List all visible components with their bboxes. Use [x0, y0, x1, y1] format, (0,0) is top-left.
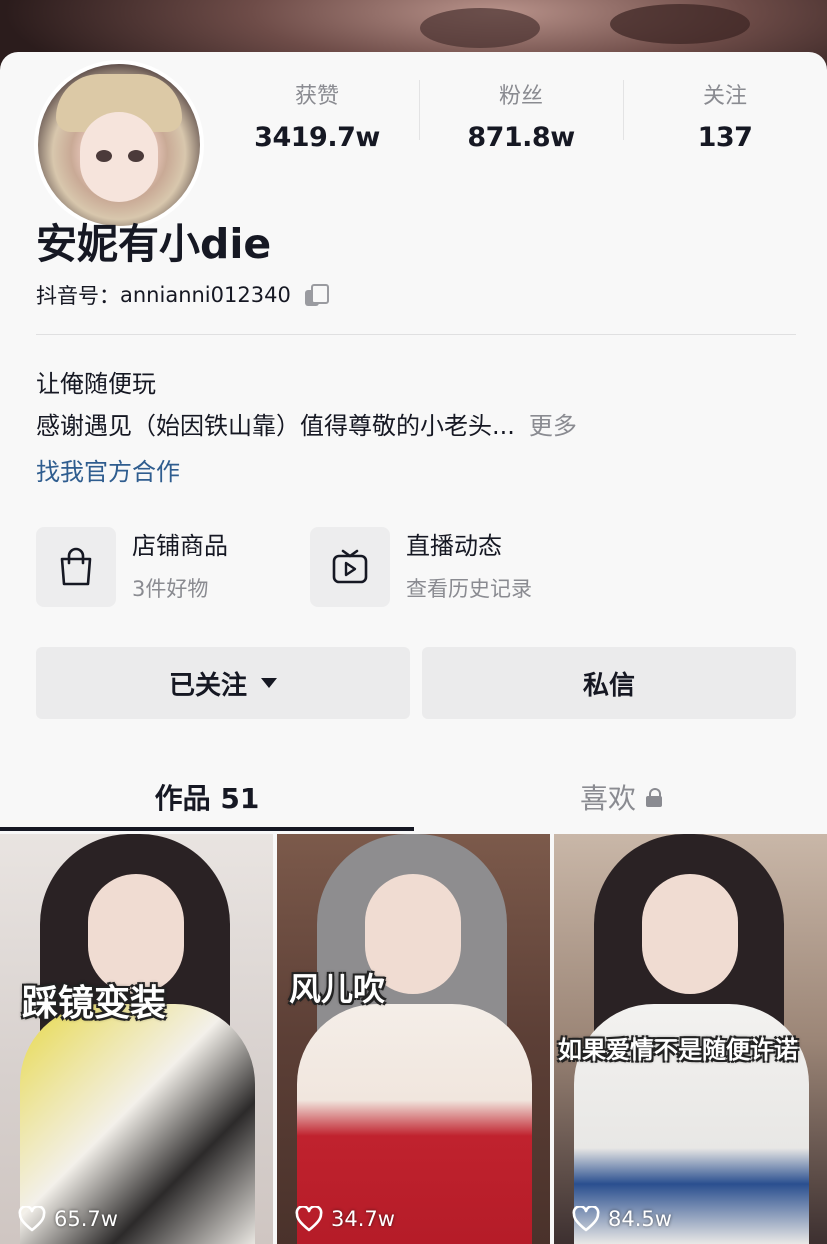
account-id: annianni012340: [120, 283, 291, 307]
lock-icon: [646, 788, 662, 807]
video-likes: 65.7w: [18, 1206, 118, 1232]
tab-likes[interactable]: 喜欢: [414, 764, 827, 830]
stat-label: 获赞: [294, 84, 339, 109]
live-entry[interactable]: 直播动态 查看历史记录: [310, 527, 532, 607]
video-caption: 风儿吹: [289, 970, 386, 1008]
heart-icon: [572, 1206, 600, 1232]
tv-play-icon: [310, 527, 390, 607]
stat-followers[interactable]: 粉丝 871.8w: [419, 74, 623, 154]
video-caption: 踩镜变装: [22, 983, 167, 1024]
shopping-bag-icon: [36, 527, 116, 607]
entry-subtitle: 查看历史记录: [406, 576, 532, 601]
followed-label: 已关注: [168, 670, 247, 701]
cover-detail: [420, 8, 540, 48]
account-id-row: 抖音号： annianni012340: [36, 280, 329, 310]
followed-button[interactable]: 已关注: [36, 647, 410, 719]
business-contact-link[interactable]: 找我官方合作: [36, 452, 180, 487]
video-likes: 34.7w: [295, 1206, 395, 1232]
video-thumbnail[interactable]: 风儿吹 34.7w: [277, 834, 550, 1244]
avatar[interactable]: [34, 60, 204, 230]
bio-line: 让俺随便玩: [36, 370, 156, 398]
stat-likes[interactable]: 获赞 3419.7w: [215, 74, 419, 154]
stat-label: 关注: [702, 84, 747, 109]
likes-count: 65.7w: [54, 1207, 118, 1231]
divider: [36, 334, 796, 335]
entry-title: 店铺商品: [132, 531, 228, 560]
heart-icon: [18, 1206, 46, 1232]
profile-card: 获赞 3419.7w 粉丝 871.8w 关注 137 安妮有小die 抖音号：…: [0, 52, 827, 1244]
bio-line: 感谢遇见（始因铁山靠）值得尊敬的小老头... 更多: [36, 406, 577, 441]
tab-likes-label: 喜欢: [579, 782, 636, 815]
video-caption: 如果爱情不是随便许诺: [558, 1036, 798, 1064]
video-thumbnail[interactable]: 踩镜变装 65.7w: [0, 834, 273, 1244]
message-label: 私信: [582, 670, 635, 701]
tab-works[interactable]: 作品 51: [0, 764, 414, 830]
content-tabs: 作品 51 喜欢: [0, 764, 827, 834]
video-likes: 84.5w: [572, 1206, 672, 1232]
stat-value: 137: [697, 122, 753, 153]
message-button[interactable]: 私信: [422, 647, 796, 719]
likes-count: 34.7w: [331, 1207, 395, 1231]
stat-value: 871.8w: [467, 122, 575, 153]
shop-entry[interactable]: 店铺商品 3件好物: [36, 527, 228, 607]
video-thumbnail[interactable]: 如果爱情不是随便许诺 84.5w: [554, 834, 827, 1244]
cover-detail: [610, 4, 750, 44]
avatar-image: [38, 64, 200, 226]
stat-following[interactable]: 关注 137: [623, 74, 827, 154]
bio-text: 感谢遇见（始因铁山靠）值得尊敬的小老头...: [36, 412, 515, 440]
stat-label: 粉丝: [498, 84, 543, 109]
active-tab-indicator: [0, 827, 414, 831]
caret-down-icon: [261, 678, 277, 688]
likes-count: 84.5w: [608, 1207, 672, 1231]
profile-name: 安妮有小die: [36, 220, 272, 268]
entry-subtitle: 3件好物: [132, 576, 209, 601]
profile-stats: 获赞 3419.7w 粉丝 871.8w 关注 137: [215, 74, 827, 154]
video-grid: 踩镜变装 65.7w 风儿吹 34.7w 如果爱情不是随便许诺 84.5w: [0, 834, 827, 1244]
heart-icon: [295, 1206, 323, 1232]
bio-more-link[interactable]: 更多: [529, 412, 577, 440]
tab-works-label: 作品 51: [154, 782, 260, 815]
stat-value: 3419.7w: [254, 122, 380, 153]
copy-icon[interactable]: [304, 284, 329, 306]
entry-title: 直播动态: [406, 531, 502, 560]
account-prefix: 抖音号：: [36, 284, 120, 308]
